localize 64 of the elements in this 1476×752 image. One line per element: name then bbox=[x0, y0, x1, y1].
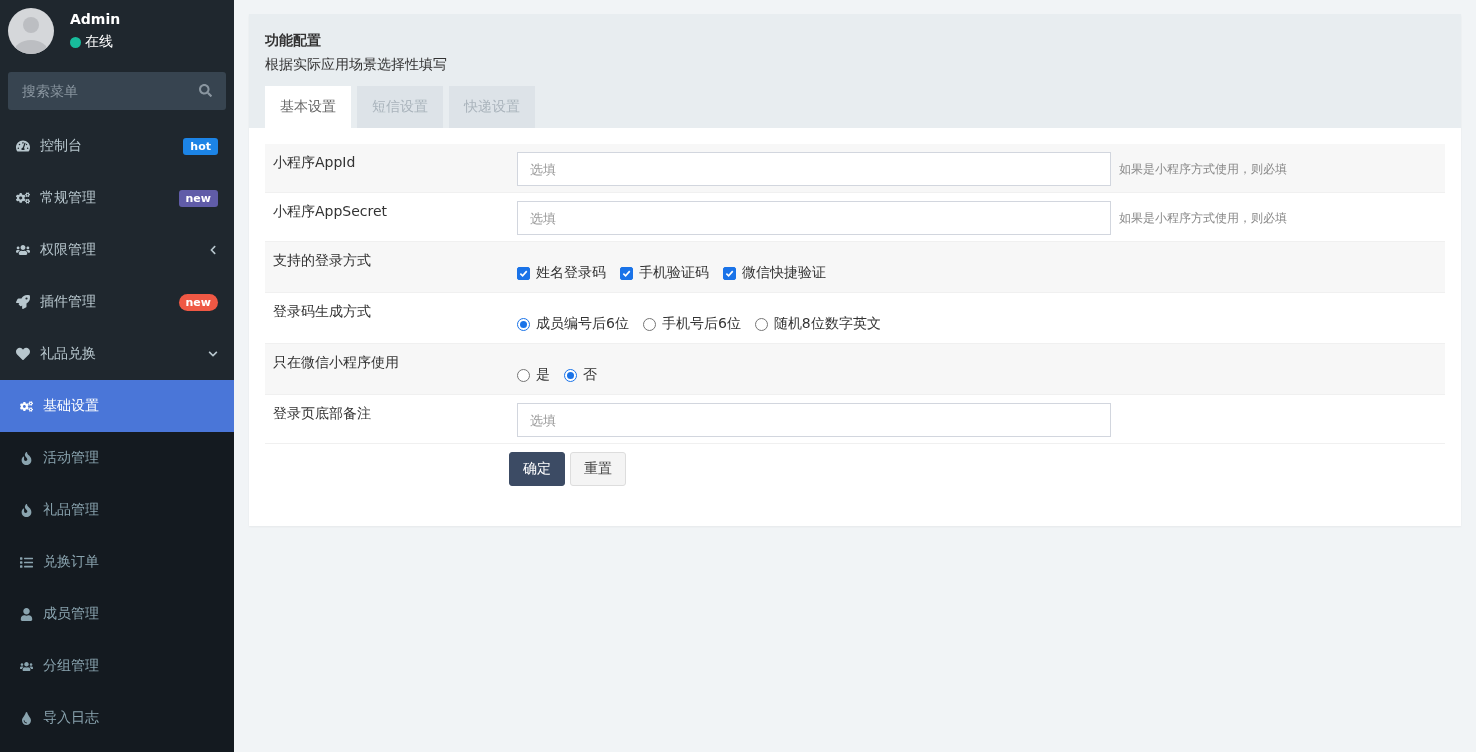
checkbox[interactable] bbox=[620, 266, 633, 280]
checkbox[interactable] bbox=[517, 266, 530, 280]
menu-item[interactable]: 礼品管理 bbox=[0, 484, 234, 536]
avatar bbox=[8, 8, 54, 54]
menu-item[interactable]: 基础设置 bbox=[0, 380, 234, 432]
heart-icon bbox=[16, 347, 30, 361]
radio-button[interactable] bbox=[517, 317, 530, 331]
user-icon bbox=[20, 607, 33, 621]
menu-item[interactable]: 兑换订单 bbox=[0, 536, 234, 588]
menu-badge: new bbox=[178, 189, 218, 207]
panel-subtitle: 根据实际应用场景选择性填写 bbox=[265, 56, 448, 74]
menu-item[interactable]: 插件管理 new bbox=[0, 276, 234, 328]
search-icon[interactable] bbox=[199, 84, 212, 97]
user-status: 在线 bbox=[85, 33, 113, 51]
menu-item[interactable]: 控制台 hot bbox=[0, 120, 234, 172]
field-label: 登录页底部备注 bbox=[272, 404, 372, 423]
checkbox-label: 微信快捷验证 bbox=[742, 264, 826, 282]
menu-badge: new bbox=[178, 293, 218, 311]
confirm-button[interactable]: 确定 bbox=[509, 452, 565, 486]
menu-item[interactable]: 导入日志 bbox=[0, 692, 234, 744]
menu-badge: hot bbox=[183, 137, 218, 155]
radio-label: 成员编号后6位 bbox=[536, 315, 629, 333]
radio-button[interactable] bbox=[642, 317, 656, 331]
dashboard-icon bbox=[16, 139, 30, 153]
gears-icon bbox=[20, 399, 33, 413]
rocket-icon bbox=[16, 295, 30, 309]
checkbox-label: 手机验证码 bbox=[639, 264, 709, 282]
checkbox-label: 姓名登录码 bbox=[536, 264, 606, 282]
field-label: 小程序AppSecret bbox=[272, 202, 389, 221]
radio-button[interactable] bbox=[517, 368, 530, 382]
checkbox[interactable] bbox=[723, 266, 736, 280]
field-hint: 如果是小程序方式使用，则必填 bbox=[1119, 209, 1287, 227]
users-icon bbox=[16, 243, 30, 257]
field-label: 登录码生成方式 bbox=[272, 302, 372, 321]
reset-button[interactable]: 重置 bbox=[570, 452, 626, 486]
menu-item[interactable]: 成员管理 bbox=[0, 588, 234, 640]
menu-item[interactable]: 活动管理 bbox=[0, 432, 234, 484]
radio-label: 否 bbox=[583, 366, 597, 384]
radio-button[interactable] bbox=[754, 317, 768, 331]
search-field[interactable]: 搜索菜单 bbox=[8, 72, 226, 110]
menu-item[interactable]: 权限管理 bbox=[0, 224, 234, 276]
list-icon bbox=[20, 555, 33, 569]
menu-item[interactable]: 分组管理 bbox=[0, 640, 234, 692]
input-field[interactable]: 选填 bbox=[517, 201, 1111, 235]
flame-icon bbox=[20, 503, 33, 517]
field-hint: 如果是小程序方式使用，则必填 bbox=[1119, 160, 1287, 178]
radio-label: 手机号后6位 bbox=[661, 315, 741, 333]
field-label: 只在微信小程序使用 bbox=[272, 353, 400, 372]
menu-item[interactable]: 常规管理 new bbox=[0, 172, 234, 224]
panel-title: 功能配置 bbox=[265, 32, 322, 50]
flame-icon bbox=[20, 451, 33, 465]
field-label: 小程序AppId bbox=[272, 153, 357, 172]
drop-icon bbox=[20, 711, 33, 725]
radio-button[interactable] bbox=[564, 368, 577, 382]
gears-icon bbox=[16, 191, 30, 205]
radio-label: 是 bbox=[536, 366, 550, 384]
field-label: 支持的登录方式 bbox=[272, 251, 372, 270]
radio-label: 随机8位数字英文 bbox=[773, 315, 881, 333]
tab[interactable]: 基本设置 bbox=[265, 86, 351, 128]
input-field[interactable]: 选填 bbox=[517, 403, 1111, 437]
user-name: Admin bbox=[70, 11, 121, 27]
input-field[interactable]: 选填 bbox=[517, 152, 1111, 186]
menu-item[interactable]: 礼品兑换 bbox=[0, 328, 234, 380]
users-icon bbox=[20, 659, 33, 673]
